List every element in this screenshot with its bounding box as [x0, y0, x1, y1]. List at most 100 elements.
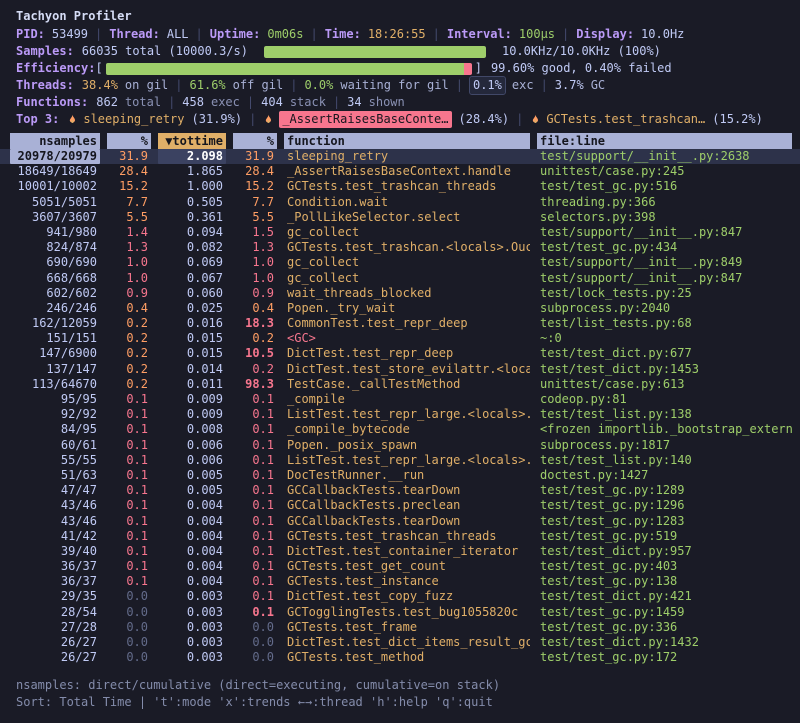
- nsamples-cell: 113/64670: [10, 377, 100, 392]
- file-line-cell: test/test_dict.py:421: [537, 589, 792, 604]
- cumulative-percent-cell: 0.1: [233, 422, 277, 437]
- column-header-direct-percent[interactable]: %: [107, 133, 151, 149]
- table-row[interactable]: 29/35 0.0 0.003 0.1 DictTest.test_copy_f…: [0, 589, 800, 604]
- table-row[interactable]: 10001/10002 15.2 1.000 15.2 GCTests.test…: [0, 179, 800, 194]
- table-row[interactable]: 5051/5051 7.7 0.505 7.7 Condition.wait t…: [0, 195, 800, 210]
- top3-entry: _AssertRaisesBaseConte… (28.4%) |: [263, 111, 530, 128]
- functions-list: 862 total | 458 exec | 404 stack | 34 sh…: [96, 94, 419, 111]
- table-row[interactable]: 3607/3607 5.5 0.361 5.5 _PollLikeSelecto…: [0, 210, 800, 225]
- footer-keybinds: Sort: Total Time | 't':mode 'x':trends ←…: [0, 694, 800, 711]
- direct-percent-cell: 0.2: [107, 362, 151, 377]
- nsamples-cell: 137/147: [10, 362, 100, 377]
- cumulative-percent-cell: 0.2: [233, 331, 277, 346]
- table-row[interactable]: 43/46 0.1 0.004 0.1 GCCallbackTests.prec…: [0, 498, 800, 513]
- table-row[interactable]: 92/92 0.1 0.009 0.1 ListTest.test_repr_l…: [0, 407, 800, 422]
- function-cell: CommonTest.test_repr_deep: [284, 316, 530, 331]
- nsamples-cell: 39/40: [10, 544, 100, 559]
- table-row[interactable]: 690/690 1.0 0.069 1.0 gc_collect test/su…: [0, 255, 800, 270]
- table-row[interactable]: 246/246 0.4 0.025 0.4 Popen._try_wait su…: [0, 301, 800, 316]
- table-row[interactable]: 147/6900 0.2 0.015 10.5 DictTest.test_re…: [0, 346, 800, 361]
- thread-stat-label: exc: [512, 77, 534, 94]
- function-cell: DictTest.test_dict_items_result_gc: [284, 635, 530, 650]
- file-line-cell: test/test_dict.py:1453: [537, 362, 792, 377]
- table-row[interactable]: 28/54 0.0 0.003 0.1 GCTogglingTests.test…: [0, 605, 800, 620]
- nsamples-cell: 36/37: [10, 574, 100, 589]
- tottime-cell: 0.082: [158, 240, 226, 255]
- thread-stat-label: waiting for gil: [340, 77, 448, 94]
- stat-value: ALL: [167, 26, 189, 43]
- thread-stat: 0.0% waiting for gil |: [304, 77, 470, 94]
- function-cell: DictTest.test_store_evilattr.<locals...: [284, 362, 530, 377]
- function-cell: _PollLikeSelector.select: [284, 210, 530, 225]
- function-stat: 34 shown: [347, 94, 419, 111]
- table-row[interactable]: 36/37 0.1 0.004 0.1 GCTests.test_get_cou…: [0, 559, 800, 574]
- cumulative-percent-cell: 0.1: [233, 589, 277, 604]
- tottime-cell: 1.865: [158, 164, 226, 179]
- nsamples-cell: 95/95: [10, 392, 100, 407]
- column-header-nsamples[interactable]: nsamples: [10, 133, 100, 149]
- table-row[interactable]: 162/12059 0.2 0.016 18.3 CommonTest.test…: [0, 316, 800, 331]
- tottime-cell: 0.003: [158, 650, 226, 665]
- stat-item: PID: 53499 |: [16, 26, 109, 43]
- tottime-cell: 0.094: [158, 225, 226, 240]
- cumulative-percent-cell: 1.3: [233, 240, 277, 255]
- table-row[interactable]: 95/95 0.1 0.009 0.1 _compile codeop.py:8…: [0, 392, 800, 407]
- table-row[interactable]: 26/27 0.0 0.003 0.0 DictTest.test_dict_i…: [0, 635, 800, 650]
- table-row[interactable]: 151/151 0.2 0.015 0.2 <GC> ~:0: [0, 331, 800, 346]
- table-row[interactable]: 55/55 0.1 0.006 0.1 ListTest.test_repr_l…: [0, 453, 800, 468]
- file-line-cell: ~:0: [537, 331, 792, 346]
- table-row[interactable]: 51/63 0.1 0.005 0.1 DocTestRunner.__run …: [0, 468, 800, 483]
- direct-percent-cell: 0.1: [107, 574, 151, 589]
- column-header-fileline[interactable]: file:line: [537, 133, 792, 149]
- table-row[interactable]: 602/602 0.9 0.060 0.9 wait_threads_block…: [0, 286, 800, 301]
- separator: |: [290, 77, 297, 94]
- table-row[interactable]: 84/95 0.1 0.008 0.1 _compile_bytecode <f…: [0, 422, 800, 437]
- table-row[interactable]: 18649/18649 28.4 1.865 28.4 _AssertRaise…: [0, 164, 800, 179]
- separator: |: [175, 77, 182, 94]
- table-row[interactable]: 27/28 0.0 0.003 0.0 GCTests.test_frame t…: [0, 620, 800, 635]
- separator: |: [333, 94, 340, 111]
- separator: |: [196, 26, 203, 43]
- nsamples-cell: 602/602: [10, 286, 100, 301]
- function-cell: GCTests.test_trashcan_threads: [284, 179, 530, 194]
- file-line-cell: test/test_gc.py:172: [537, 650, 792, 665]
- cumulative-percent-cell: 0.1: [233, 498, 277, 513]
- table-row[interactable]: 26/27 0.0 0.003 0.0 GCTests.test_method …: [0, 650, 800, 665]
- column-header-tottime[interactable]: ▼tottime: [158, 133, 226, 149]
- stat-value: 0m06s: [267, 26, 303, 43]
- direct-percent-cell: 0.9: [107, 286, 151, 301]
- table-row[interactable]: 113/64670 0.2 0.011 98.3 TestCase._callT…: [0, 377, 800, 392]
- function-stat-label: shown: [369, 94, 405, 111]
- column-header-cumulative-percent[interactable]: %: [233, 133, 277, 149]
- table-row[interactable]: 36/37 0.1 0.004 0.1 GCTests.test_instanc…: [0, 574, 800, 589]
- function-stat-label: stack: [290, 94, 326, 111]
- function-cell: GCCallbackTests.preclean: [284, 498, 530, 513]
- tottime-cell: 0.004: [158, 559, 226, 574]
- direct-percent-cell: 0.0: [107, 650, 151, 665]
- tottime-cell: 0.361: [158, 210, 226, 225]
- table-row[interactable]: 47/47 0.1 0.005 0.1 GCCallbackTests.tear…: [0, 483, 800, 498]
- direct-percent-cell: 0.1: [107, 529, 151, 544]
- tottime-cell: 0.003: [158, 620, 226, 635]
- file-line-cell: test/support/__init__.py:2638: [537, 149, 792, 164]
- table-row[interactable]: 60/61 0.1 0.006 0.1 Popen._posix_spawn s…: [0, 438, 800, 453]
- file-line-cell: test/test_gc.py:1283: [537, 514, 792, 529]
- column-header-function[interactable]: function: [284, 133, 530, 149]
- footer-note: nsamples: direct/cumulative (direct=exec…: [0, 677, 800, 694]
- table-row[interactable]: 43/46 0.1 0.004 0.1 GCCallbackTests.tear…: [0, 514, 800, 529]
- tottime-cell: 0.003: [158, 635, 226, 650]
- samples-line: Samples: 66035 total (10000.3/s) 10.0KHz…: [0, 43, 800, 60]
- table-row[interactable]: 668/668 1.0 0.067 1.0 gc_collect test/su…: [0, 271, 800, 286]
- table-row[interactable]: 39/40 0.1 0.004 0.1 DictTest.test_contai…: [0, 544, 800, 559]
- table-row[interactable]: 941/980 1.4 0.094 1.5 gc_collect test/su…: [0, 225, 800, 240]
- tottime-cell: 0.004: [158, 498, 226, 513]
- table-row[interactable]: 41/42 0.1 0.004 0.1 GCTests.test_trashca…: [0, 529, 800, 544]
- function-stat-value: 404: [261, 94, 283, 111]
- nsamples-cell: 26/27: [10, 635, 100, 650]
- table-row[interactable]: 824/874 1.3 0.082 1.3 GCTests.test_trash…: [0, 240, 800, 255]
- table-row[interactable]: 137/147 0.2 0.014 0.2 DictTest.test_stor…: [0, 362, 800, 377]
- table-row[interactable]: 20978/20979 31.9 2.098 31.9 sleeping_ret…: [0, 149, 800, 164]
- cumulative-percent-cell: 0.1: [233, 544, 277, 559]
- file-line-cell: test/test_gc.py:516: [537, 179, 792, 194]
- function-cell: Condition.wait: [284, 195, 530, 210]
